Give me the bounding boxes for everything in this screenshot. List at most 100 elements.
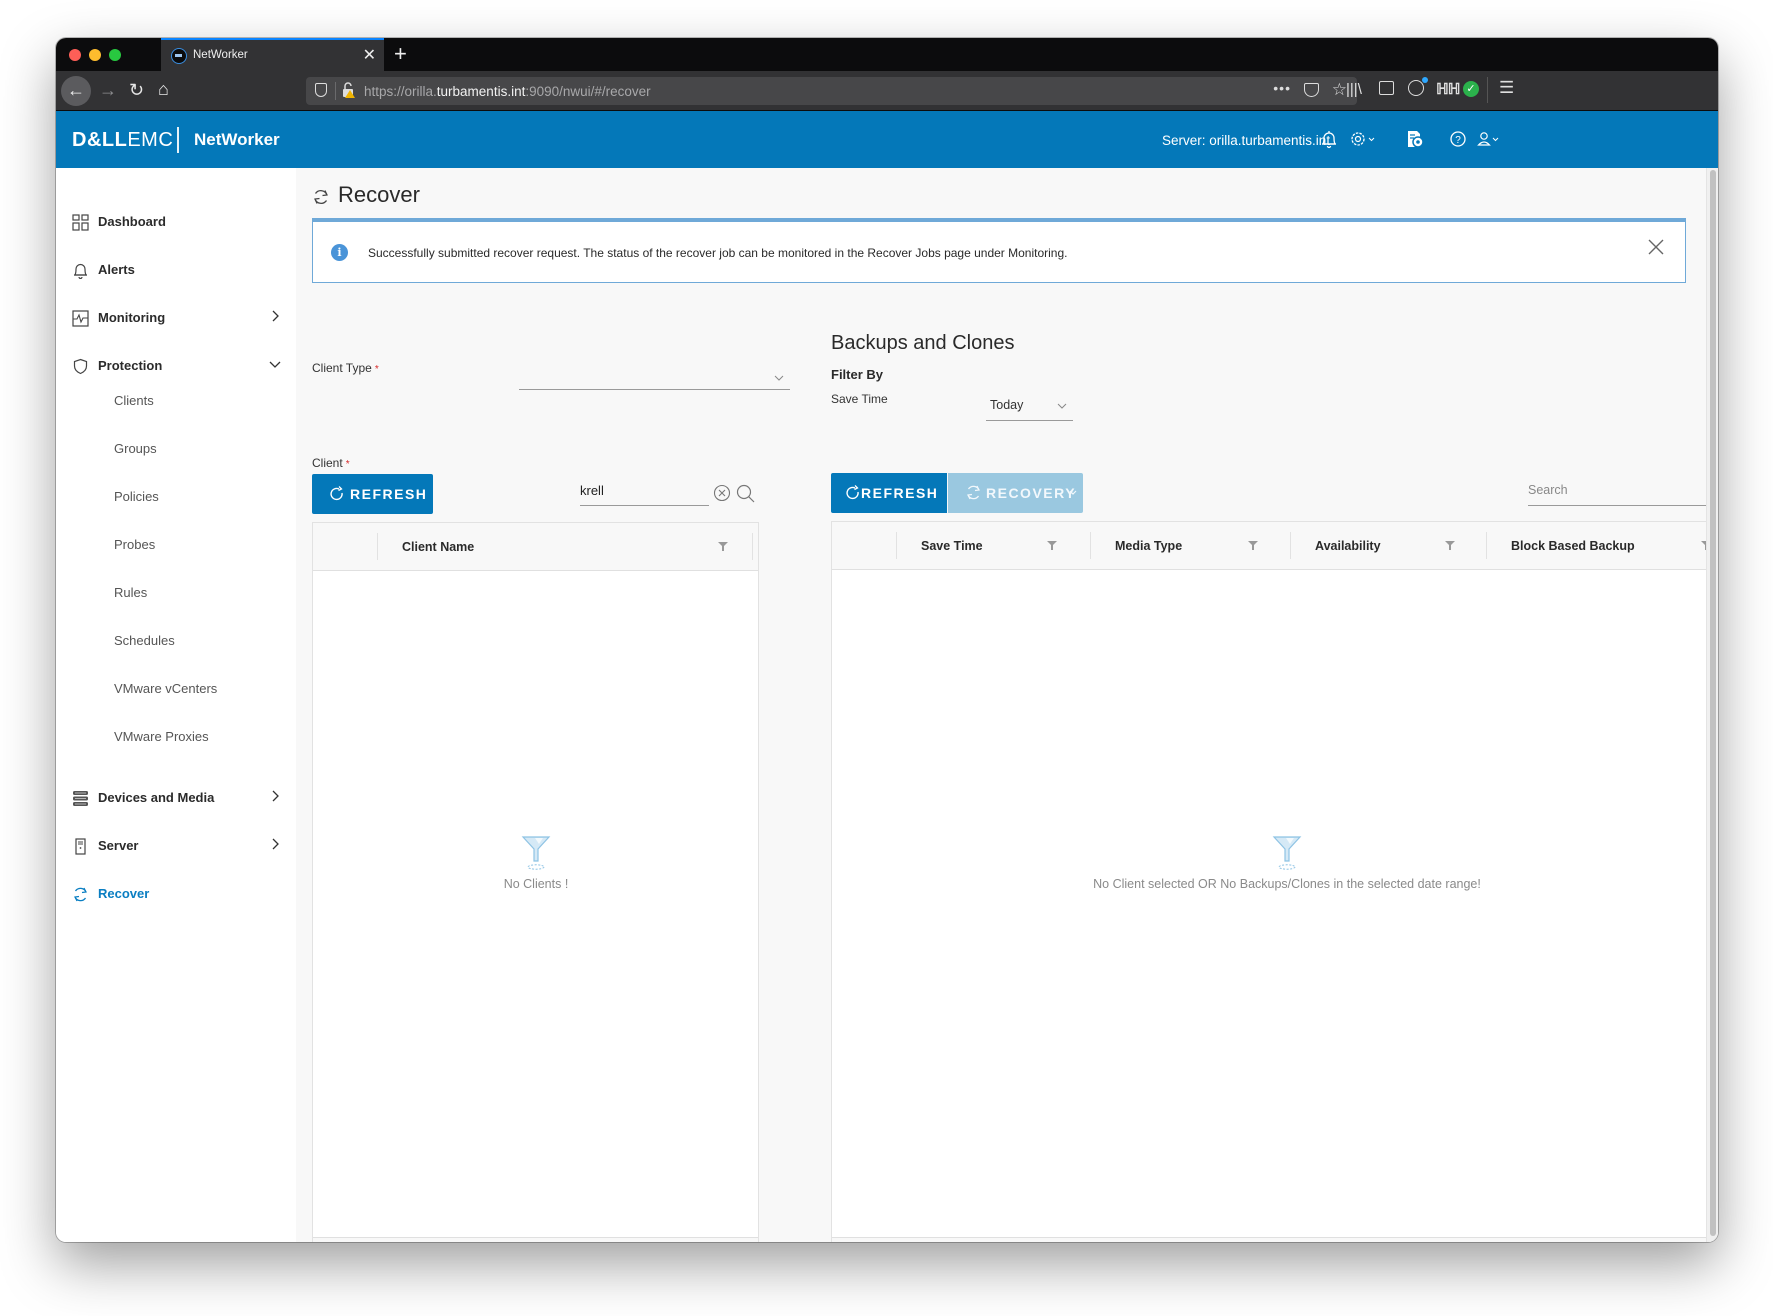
- notifications-bell-icon[interactable]: [1319, 129, 1339, 149]
- sidebar-subitem-vmware-proxies[interactable]: VMware Proxies: [114, 729, 209, 744]
- backups-table-header: Save Time Media Type Availability Block …: [832, 522, 1718, 570]
- info-icon: i: [331, 244, 348, 261]
- dell-favicon-icon: [171, 48, 187, 64]
- main-content: Recover i Successfully submitted recover…: [296, 168, 1718, 1242]
- app-header: D&LLEMC NetWorker Server: orilla.turbame…: [56, 111, 1718, 168]
- menu-icon[interactable]: ☰: [1499, 79, 1514, 97]
- close-alert-icon[interactable]: [1645, 236, 1667, 258]
- new-tab-button[interactable]: +: [394, 41, 407, 67]
- maximize-window-button[interactable]: [109, 49, 121, 61]
- search-icon[interactable]: [736, 484, 755, 503]
- save-time-dropdown[interactable]: Today: [986, 393, 1073, 421]
- clear-search-icon[interactable]: [713, 484, 731, 502]
- minimize-window-button[interactable]: [89, 49, 101, 61]
- clients-empty-state: No Clients !: [313, 833, 759, 891]
- sidebar-subitem-clients[interactable]: Clients: [114, 393, 154, 408]
- help-icon[interactable]: ?: [1448, 129, 1468, 149]
- chevron-down-icon: [774, 375, 784, 381]
- tracking-shield-icon[interactable]: [315, 83, 327, 97]
- sidebar-subitem-rules[interactable]: Rules: [114, 585, 147, 600]
- storage-icon: [73, 791, 88, 806]
- filter-by-label: Filter By: [831, 367, 884, 382]
- back-button[interactable]: ←: [61, 76, 91, 106]
- bell-icon: [74, 263, 87, 279]
- sidebar-item-dashboard[interactable]: Dashboard: [72, 208, 282, 238]
- column-header-availability[interactable]: Availability: [1290, 522, 1486, 570]
- page-scrollbar[interactable]: [1706, 168, 1718, 1242]
- account-icon[interactable]: [1408, 77, 1428, 96]
- recover-icon: [74, 887, 87, 902]
- sidebar-item-protection[interactable]: Protection: [72, 352, 282, 382]
- address-bar[interactable]: https://orilla.turbamentis.int:9090/nwui…: [306, 77, 1357, 105]
- sidebar-item-server[interactable]: Server: [72, 832, 282, 862]
- column-header-save-time[interactable]: Save Time: [896, 522, 1090, 570]
- bookmark-star-icon[interactable]: ☆: [1332, 80, 1347, 100]
- recovery-dropdown-button[interactable]: RECOVERY: [948, 473, 1083, 513]
- backups-clones-title: Backups and Clones: [831, 332, 1015, 354]
- page-actions-icon[interactable]: •••: [1273, 80, 1291, 96]
- client-label: Client *: [312, 456, 350, 470]
- sidebar-toggle-icon[interactable]: [1379, 81, 1394, 95]
- filter-icon[interactable]: [718, 542, 728, 551]
- scrollbar-thumb[interactable]: [1710, 170, 1716, 1236]
- refresh-icon: [846, 485, 859, 500]
- sidebar-nav: Dashboard Alerts Monitoring Protection C…: [56, 168, 296, 1242]
- library-icon[interactable]: |||\: [1346, 81, 1362, 99]
- settings-gear-icon[interactable]: [1349, 129, 1377, 149]
- sidebar-item-alerts[interactable]: Alerts: [72, 256, 282, 286]
- filter-icon[interactable]: [1445, 541, 1455, 550]
- sidebar-subitem-schedules[interactable]: Schedules: [114, 633, 175, 648]
- column-header-media-type[interactable]: Media Type: [1090, 522, 1290, 570]
- sidebar-subitem-vmware-vcenters[interactable]: VMware vCenters: [114, 681, 217, 696]
- sidebar-subitem-probes[interactable]: Probes: [114, 537, 155, 552]
- chevron-right-icon: [272, 838, 279, 850]
- close-window-button[interactable]: [69, 49, 81, 61]
- sidebar-item-monitoring[interactable]: Monitoring: [72, 304, 282, 334]
- client-refresh-button[interactable]: REFRESH: [312, 474, 433, 514]
- sidebar-subitem-policies[interactable]: Policies: [114, 489, 159, 504]
- filter-icon[interactable]: [1047, 541, 1057, 550]
- sidebar-subitem-groups[interactable]: Groups: [114, 441, 157, 456]
- chevron-right-icon: [272, 790, 279, 802]
- sidebar-item-devices-and-media[interactable]: Devices and Media: [72, 784, 282, 814]
- client-type-dropdown[interactable]: [519, 365, 790, 390]
- chevron-down-icon: [269, 361, 281, 368]
- shield-icon: [73, 358, 88, 375]
- empty-funnel-icon: [1272, 836, 1302, 870]
- client-search-input[interactable]: krell: [580, 480, 709, 506]
- monitoring-icon: [72, 310, 89, 327]
- home-button[interactable]: ⌂: [158, 79, 169, 99]
- insecure-lock-icon[interactable]: [343, 82, 355, 98]
- tab-close-icon[interactable]: ✕: [363, 45, 376, 65]
- product-name: NetWorker: [194, 130, 280, 149]
- browser-tab[interactable]: NetWorker ✕: [161, 38, 384, 71]
- backups-refresh-button[interactable]: REFRESH: [831, 473, 947, 513]
- clients-table: Client Name No Clients !: [312, 522, 759, 1242]
- forward-button[interactable]: →: [99, 80, 117, 100]
- chevron-right-icon: [272, 310, 279, 322]
- dell-emc-logo: D&LLEMC: [72, 129, 174, 151]
- server-icon: [75, 838, 86, 855]
- job-settings-icon[interactable]: [1405, 129, 1425, 149]
- user-menu-icon[interactable]: [1476, 129, 1504, 149]
- sidebar-item-recover[interactable]: Recover: [72, 880, 282, 910]
- chevron-down-icon: [1069, 490, 1077, 495]
- backups-empty-state: No Client selected OR No Backups/Clones …: [832, 833, 1718, 891]
- client-type-label: Client Type *: [312, 361, 379, 375]
- filter-icon[interactable]: [1248, 541, 1258, 550]
- svg-text:?: ?: [1455, 135, 1461, 146]
- reload-button[interactable]: ↻: [129, 80, 144, 100]
- tab-bar: NetWorker ✕ +: [56, 38, 1718, 71]
- backups-search-input[interactable]: Search: [1528, 480, 1718, 506]
- column-header-block-based-backup[interactable]: Block Based Backup: [1486, 522, 1718, 570]
- extension-icon[interactable]: ℍℍ: [1436, 81, 1460, 99]
- chevron-down-icon: [1057, 403, 1067, 409]
- backups-table: Save Time Media Type Availability Block …: [831, 521, 1718, 1242]
- pocket-icon[interactable]: [1304, 83, 1319, 97]
- column-header-client-name[interactable]: Client Name: [377, 523, 752, 571]
- save-time-label: Save Time: [831, 392, 888, 406]
- url-text: https://orilla.turbamentis.int:9090/nwui…: [364, 84, 651, 99]
- extension-check-icon[interactable]: ✓: [1463, 81, 1479, 97]
- empty-funnel-icon: [521, 836, 551, 870]
- success-alert: i Successfully submitted recover request…: [312, 218, 1686, 283]
